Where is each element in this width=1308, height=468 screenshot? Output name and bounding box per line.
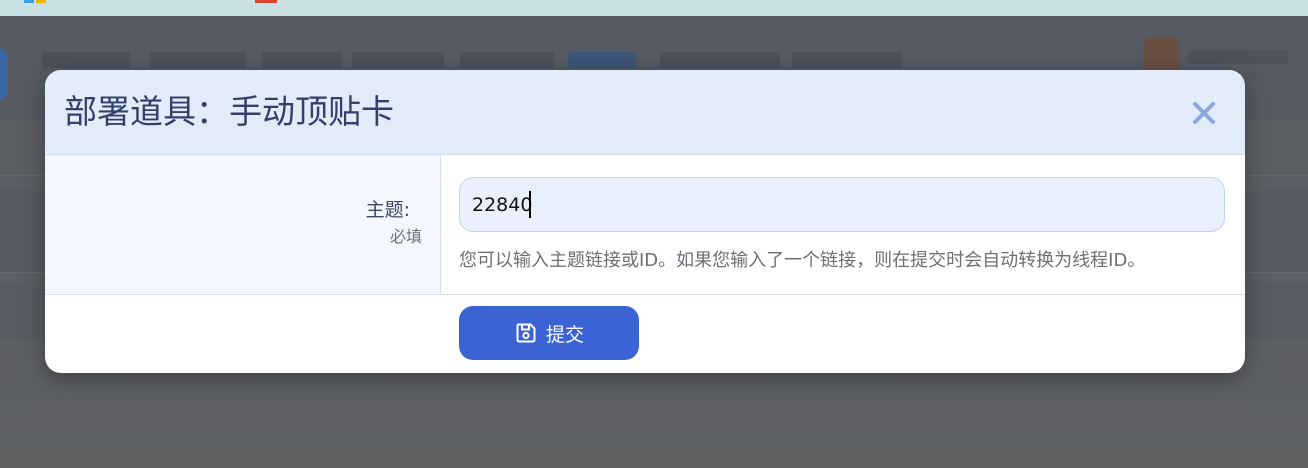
background-menu-item — [150, 52, 246, 68]
close-button[interactable] — [1188, 97, 1220, 129]
topic-label: 主题: — [365, 199, 410, 221]
background-menu-item — [792, 52, 902, 68]
help-text: 您可以输入主题链接或ID。如果您输入了一个链接，则在提交时会自动转换为线程ID。 — [459, 250, 1146, 271]
background-menu-item — [660, 52, 780, 68]
background-menu-item — [262, 52, 342, 68]
close-icon — [1193, 102, 1215, 124]
label-cell: 主题: 必填 — [45, 155, 441, 294]
submit-label: 提交 — [545, 323, 584, 346]
topic-input[interactable] — [459, 177, 1225, 232]
required-note: 必填 — [389, 227, 422, 246]
modal-header: 部署道具：手动顶贴卡 — [45, 70, 1245, 155]
background-username — [1188, 50, 1288, 64]
browser-top-strip — [0, 0, 1308, 16]
submit-button[interactable]: 提交 — [459, 306, 639, 360]
deploy-item-modal: 部署道具：手动顶贴卡 主题: 必填 您可以输入主题链接或ID。如果您输入了一个链… — [45, 70, 1245, 373]
background-menu-item — [568, 52, 636, 68]
background-menu-item — [352, 52, 444, 68]
background-menu-item — [42, 52, 130, 68]
save-icon — [516, 323, 536, 343]
background-menu-item — [460, 52, 554, 68]
text-caret — [529, 191, 531, 218]
topic-form-row: 主题: 必填 您可以输入主题链接或ID。如果您输入了一个链接，则在提交时会自动转… — [45, 155, 1245, 295]
background-avatar — [1143, 38, 1179, 74]
browser-tab-icon — [255, 0, 277, 3]
browser-tab-icon — [24, 0, 46, 3]
modal-title: 部署道具：手动顶贴卡 — [64, 92, 394, 131]
background-logo — [0, 48, 8, 100]
